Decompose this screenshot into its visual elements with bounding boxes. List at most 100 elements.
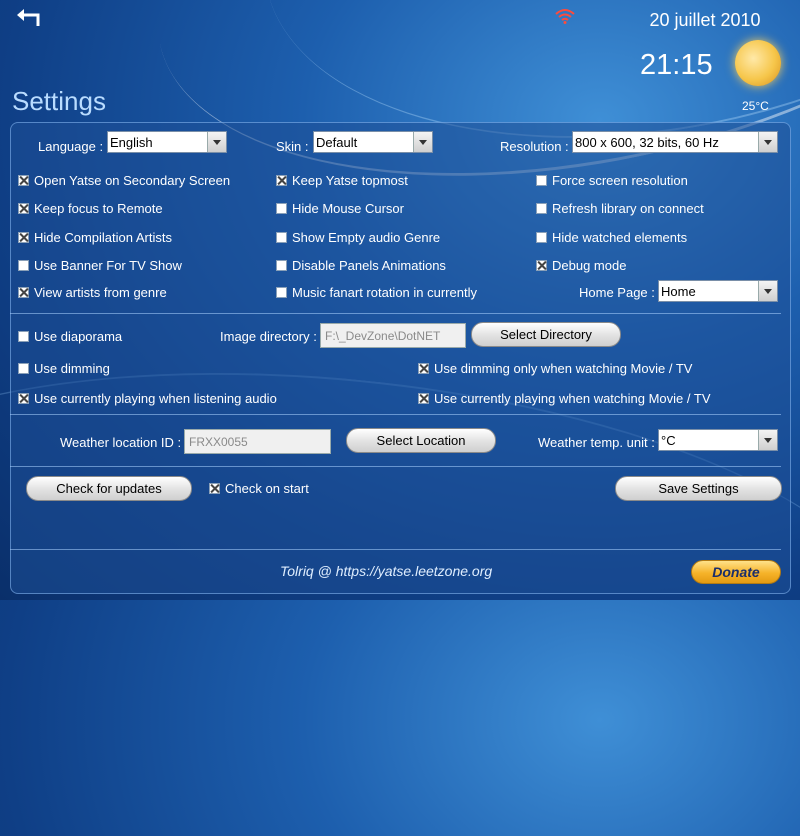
use-dimming-checkbox[interactable]: Use dimming bbox=[18, 361, 110, 376]
resolution-value: 800 x 600, 32 bits, 60 Hz bbox=[575, 135, 719, 150]
credit-text: Tolriq @ https://yatse.leetzone.org bbox=[280, 563, 493, 579]
checkbox-label: Use Banner For TV Show bbox=[34, 258, 182, 273]
show-empty-genre-checkbox[interactable]: Show Empty audio Genre bbox=[276, 230, 440, 245]
checkbox-label: View artists from genre bbox=[34, 285, 167, 300]
home-page-select[interactable]: Home bbox=[658, 280, 778, 302]
hide-compilation-checkbox[interactable]: Hide Compilation Artists bbox=[18, 230, 172, 245]
use-diaporama-checkbox[interactable]: Use diaporama bbox=[18, 329, 122, 344]
chevron-down-icon[interactable] bbox=[758, 430, 777, 450]
weather-location-input[interactable]: FRXX0055 bbox=[184, 429, 331, 454]
checkbox-label: Music fanart rotation in currently bbox=[292, 285, 477, 300]
section-divider bbox=[10, 414, 781, 415]
weather-unit-select[interactable]: °C bbox=[658, 429, 778, 451]
dimming-watching-checkbox[interactable]: Use dimming only when watching Movie / T… bbox=[418, 361, 692, 376]
back-arrow-icon[interactable] bbox=[16, 6, 42, 30]
page-title: Settings bbox=[12, 86, 106, 116]
chevron-down-icon[interactable] bbox=[758, 132, 777, 152]
checkbox-icon[interactable] bbox=[18, 260, 29, 271]
checkbox-icon[interactable] bbox=[18, 203, 29, 214]
disable-animations-checkbox[interactable]: Disable Panels Animations bbox=[276, 258, 446, 273]
hide-cursor-checkbox[interactable]: Hide Mouse Cursor bbox=[276, 201, 404, 216]
checkbox-icon[interactable] bbox=[418, 363, 429, 374]
checkbox-label: Refresh library on connect bbox=[552, 201, 704, 216]
select-directory-button[interactable]: Select Directory bbox=[471, 322, 621, 347]
checkbox-icon[interactable] bbox=[276, 203, 287, 214]
skin-label: Skin : bbox=[276, 139, 309, 154]
open-secondary-checkbox[interactable]: Open Yatse on Secondary Screen bbox=[18, 173, 230, 188]
wifi-icon bbox=[555, 9, 575, 24]
checkbox-label: Disable Panels Animations bbox=[292, 258, 446, 273]
checkbox-label: Keep Yatse topmost bbox=[292, 173, 408, 188]
resolution-label: Resolution : bbox=[500, 139, 569, 154]
checkbox-label: Force screen resolution bbox=[552, 173, 688, 188]
image-directory-input[interactable]: F:\_DevZone\DotNET bbox=[320, 323, 466, 348]
sun-weather-icon bbox=[735, 40, 781, 86]
checkbox-icon[interactable] bbox=[276, 175, 287, 186]
playing-movie-checkbox[interactable]: Use currently playing when watching Movi… bbox=[418, 391, 711, 406]
keep-focus-checkbox[interactable]: Keep focus to Remote bbox=[18, 201, 163, 216]
checkbox-label: Open Yatse on Secondary Screen bbox=[34, 173, 231, 188]
date-display: 20 juillet 2010 bbox=[649, 10, 761, 30]
skin-select[interactable]: Default bbox=[313, 131, 433, 153]
home-page-label: Home Page : bbox=[579, 285, 655, 300]
language-label: Language : bbox=[38, 139, 104, 154]
checkbox-icon[interactable] bbox=[18, 175, 29, 186]
checkbox-icon[interactable] bbox=[536, 175, 547, 186]
section-divider bbox=[10, 549, 781, 550]
checkbox-icon[interactable] bbox=[18, 232, 29, 243]
force-resolution-checkbox[interactable]: Force screen resolution bbox=[536, 173, 688, 188]
resolution-select[interactable]: 800 x 600, 32 bits, 60 Hz bbox=[572, 131, 778, 153]
debug-mode-checkbox[interactable]: Debug mode bbox=[536, 258, 626, 273]
music-fanart-checkbox[interactable]: Music fanart rotation in currently bbox=[276, 285, 477, 300]
check-updates-button[interactable]: Check for updates bbox=[26, 476, 192, 501]
check-on-start-checkbox[interactable]: Check on start bbox=[209, 481, 309, 496]
checkbox-label: Use diaporama bbox=[34, 329, 123, 344]
checkbox-label: Debug mode bbox=[552, 258, 627, 273]
checkbox-icon[interactable] bbox=[536, 260, 547, 271]
section-divider bbox=[10, 466, 781, 467]
checkbox-label: Hide Compilation Artists bbox=[34, 230, 172, 245]
hide-watched-checkbox[interactable]: Hide watched elements bbox=[536, 230, 687, 245]
view-artists-checkbox[interactable]: View artists from genre bbox=[18, 285, 167, 300]
checkbox-label: Use dimming only when watching Movie / T… bbox=[434, 361, 693, 376]
checkbox-icon[interactable] bbox=[18, 363, 29, 374]
weather-unit-value: °C bbox=[661, 433, 676, 448]
checkbox-icon[interactable] bbox=[536, 232, 547, 243]
checkbox-label: Check on start bbox=[225, 481, 309, 496]
checkbox-icon[interactable] bbox=[418, 393, 429, 404]
donate-button[interactable]: Donate bbox=[691, 560, 781, 584]
time-display: 21:15 bbox=[640, 49, 713, 81]
chevron-down-icon[interactable] bbox=[207, 132, 226, 152]
section-divider bbox=[10, 313, 781, 314]
checkbox-icon[interactable] bbox=[276, 232, 287, 243]
checkbox-label: Use currently playing when listening aud… bbox=[34, 391, 277, 406]
checkbox-icon[interactable] bbox=[18, 331, 29, 342]
checkbox-icon[interactable] bbox=[276, 260, 287, 271]
temperature-display: 25°C bbox=[742, 99, 769, 113]
checkbox-label: Use dimming bbox=[34, 361, 110, 376]
checkbox-icon[interactable] bbox=[209, 483, 220, 494]
checkbox-label: Show Empty audio Genre bbox=[292, 230, 441, 245]
refresh-library-checkbox[interactable]: Refresh library on connect bbox=[536, 201, 704, 216]
checkbox-icon[interactable] bbox=[536, 203, 547, 214]
weather-unit-label: Weather temp. unit : bbox=[538, 435, 655, 450]
use-banner-checkbox[interactable]: Use Banner For TV Show bbox=[18, 258, 182, 273]
chevron-down-icon[interactable] bbox=[758, 281, 777, 301]
select-location-button[interactable]: Select Location bbox=[346, 428, 496, 453]
save-settings-button[interactable]: Save Settings bbox=[615, 476, 782, 501]
language-select[interactable]: English bbox=[107, 131, 227, 153]
checkbox-icon[interactable] bbox=[18, 287, 29, 298]
weather-location-label: Weather location ID : bbox=[60, 435, 182, 450]
checkbox-label: Hide watched elements bbox=[552, 230, 688, 245]
checkbox-label: Use currently playing when watching Movi… bbox=[434, 391, 711, 406]
keep-topmost-checkbox[interactable]: Keep Yatse topmost bbox=[276, 173, 408, 188]
image-directory-label: Image directory : bbox=[220, 329, 317, 344]
home-page-value: Home bbox=[661, 284, 696, 299]
settings-panel bbox=[10, 122, 791, 594]
checkbox-icon[interactable] bbox=[276, 287, 287, 298]
skin-value: Default bbox=[316, 135, 358, 150]
playing-audio-checkbox[interactable]: Use currently playing when listening aud… bbox=[18, 391, 277, 406]
checkbox-icon[interactable] bbox=[18, 393, 29, 404]
chevron-down-icon[interactable] bbox=[413, 132, 432, 152]
checkbox-label: Hide Mouse Cursor bbox=[292, 201, 404, 216]
